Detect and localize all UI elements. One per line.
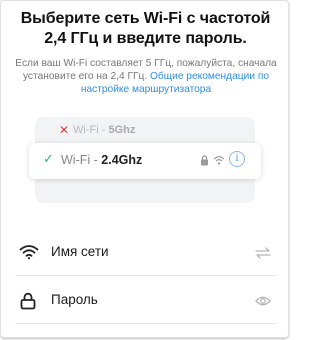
wifi-icon xyxy=(19,244,39,265)
description: Если ваш Wi-Fi составляет 5 ГГц, пожалуй… xyxy=(15,57,277,96)
wifi-24ghz-band: 2.4Ghz xyxy=(101,153,143,167)
wifi-signal-icon xyxy=(213,153,225,171)
check-icon: ✓ xyxy=(43,151,54,166)
wifi-24ghz-example: ✓ Wi-Fi - 2.4Ghz i xyxy=(29,143,261,179)
password-field[interactable]: Пароль xyxy=(15,279,275,324)
cross-icon: ✕ xyxy=(59,123,70,137)
page-title: Выберите сеть Wi-Fi с частотой 2,4 ГГц и… xyxy=(20,10,271,47)
network-name-field[interactable]: Имя сети xyxy=(15,231,275,276)
wifi-24ghz-prefix: Wi-Fi - xyxy=(61,153,102,167)
network-name-label: Имя сети xyxy=(51,244,109,259)
wifi-5ghz-example: ✕ Wi-Fi - 5Ghz xyxy=(35,121,255,141)
lock-icon xyxy=(19,292,37,315)
password-label: Пароль xyxy=(51,292,98,307)
swap-arrows-icon[interactable] xyxy=(255,246,271,264)
info-icon: i xyxy=(229,151,245,167)
wifi-5ghz-prefix: Wi-Fi - xyxy=(73,124,109,136)
wifi-5ghz-band: 5Ghz xyxy=(108,124,136,136)
eye-icon[interactable] xyxy=(255,294,271,312)
lock-icon xyxy=(200,153,209,171)
wifi-setup-screen: Выберите сеть Wi-Fi с частотой 2,4 ГГц и… xyxy=(0,0,289,338)
